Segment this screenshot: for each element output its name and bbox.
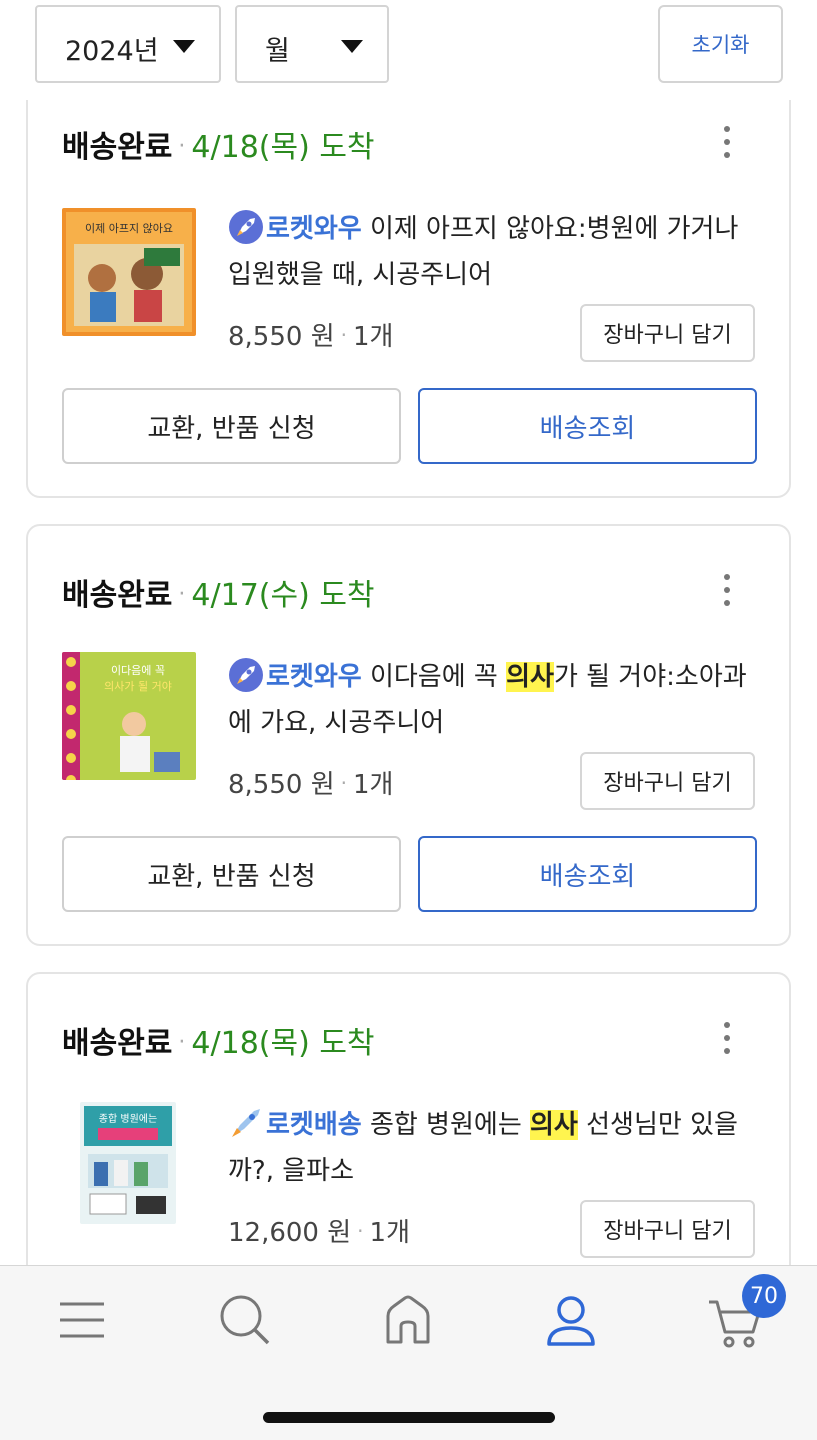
month-select-value: 월 — [265, 36, 290, 67]
price: 8,550 원 — [228, 322, 335, 352]
order-card: 배송완료 · 4/17(수) 도착 이다음에 꼭 의사가 될 거야 로켓와우 이… — [26, 524, 791, 946]
rocket-delivery-icon — [232, 1109, 260, 1137]
menu-icon[interactable] — [52, 1290, 112, 1350]
exchange-return-button[interactable]: 교환, 반품 신청 — [62, 388, 401, 464]
search-highlight: 의사 — [506, 662, 554, 692]
caret-down-icon — [341, 40, 363, 53]
product-image[interactable]: 이다음에 꼭 의사가 될 거야 — [62, 652, 196, 780]
title-text: 이다음에 꼭 — [369, 662, 507, 692]
track-delivery-button[interactable]: 배송조회 — [418, 836, 757, 912]
price: 12,600 원 — [228, 1218, 352, 1248]
more-options-icon[interactable] — [723, 1022, 731, 1061]
cart-count-badge: 70 — [742, 1274, 786, 1318]
title-text: 종합 병원에는 — [369, 1110, 531, 1140]
rocket-wow-icon — [229, 658, 263, 692]
arrival-date: 4/18(목) 도착 — [191, 130, 375, 165]
rocket-badge: 로켓배송 — [266, 1110, 362, 1140]
rocket-wow-icon — [229, 210, 263, 244]
quantity: 1개 — [352, 770, 394, 800]
search-icon[interactable] — [215, 1290, 275, 1350]
order-actions: 교환, 반품 신청 배송조회 — [62, 836, 757, 912]
year-select-value: 2024년 — [65, 36, 159, 67]
order-header: 배송완료 · 4/17(수) 도착 — [62, 570, 375, 613]
order-card: 배송완료 · 4/18(목) 도착 이제 아프지 않아요 로켓와우 이제 아프지… — [26, 60, 791, 498]
price-line: 8,550 원 · 1개 — [228, 322, 394, 352]
my-page-icon[interactable] — [541, 1290, 601, 1350]
reset-button[interactable]: 초기화 — [658, 5, 783, 83]
year-select[interactable]: 2024년 — [35, 5, 221, 83]
order-header: 배송완료 · 4/18(목) 도착 — [62, 122, 375, 165]
product-title[interactable]: 로켓와우 이다음에 꼭 의사가 될 거야:소아과에 가요, 시공주니어 — [228, 654, 758, 746]
price-line: 8,550 원 · 1개 — [228, 770, 394, 800]
arrival-date: 4/17(수) 도착 — [191, 578, 375, 613]
add-to-cart-button[interactable]: 장바구니 담기 — [580, 1200, 755, 1258]
delivery-status: 배송완료 — [62, 578, 173, 613]
product-title[interactable]: 로켓와우 이제 아프지 않아요:병원에 가거나 입원했을 때, 시공주니어 — [228, 206, 758, 298]
delivery-status: 배송완료 — [62, 1026, 173, 1061]
filter-bar: 2024년 월 초기화 — [0, 0, 817, 100]
product-image[interactable]: 이제 아프지 않아요 — [62, 208, 196, 336]
product-title[interactable]: 로켓배송 종합 병원에는 의사 선생님만 있을까?, 을파소 — [228, 1102, 758, 1194]
more-options-icon[interactable] — [723, 126, 731, 165]
home-icon[interactable] — [378, 1290, 438, 1350]
order-actions: 교환, 반품 신청 배송조회 — [62, 388, 757, 464]
more-options-icon[interactable] — [723, 574, 731, 613]
rocket-badge: 로켓와우 — [266, 662, 362, 692]
rocket-badge: 로켓와우 — [266, 214, 362, 244]
home-indicator — [263, 1412, 555, 1423]
exchange-return-button[interactable]: 교환, 반품 신청 — [62, 836, 401, 912]
price: 8,550 원 — [228, 770, 335, 800]
track-delivery-button[interactable]: 배송조회 — [418, 388, 757, 464]
quantity: 1개 — [369, 1218, 410, 1248]
quantity: 1개 — [352, 322, 394, 352]
arrival-date: 4/18(목) 도착 — [191, 1026, 375, 1061]
product-image[interactable]: 종합 병원에는 — [80, 1102, 176, 1224]
delivery-status: 배송완료 — [62, 130, 173, 165]
add-to-cart-button[interactable]: 장바구니 담기 — [580, 752, 755, 810]
add-to-cart-button[interactable]: 장바구니 담기 — [580, 304, 755, 362]
caret-down-icon — [173, 40, 195, 53]
svg-text:종합 병원에는: 종합 병원에는 — [99, 1113, 157, 1125]
price-line: 12,600 원 · 1개 — [228, 1218, 410, 1248]
svg-text:의사가 될 거야: 의사가 될 거야 — [104, 679, 172, 693]
month-select[interactable]: 월 — [235, 5, 389, 83]
svg-text:이제 아프지 않아요: 이제 아프지 않아요 — [85, 222, 173, 235]
order-header: 배송완료 · 4/18(목) 도착 — [62, 1018, 375, 1061]
svg-text:이다음에 꼭: 이다음에 꼭 — [111, 664, 165, 677]
search-highlight: 의사 — [530, 1110, 578, 1140]
